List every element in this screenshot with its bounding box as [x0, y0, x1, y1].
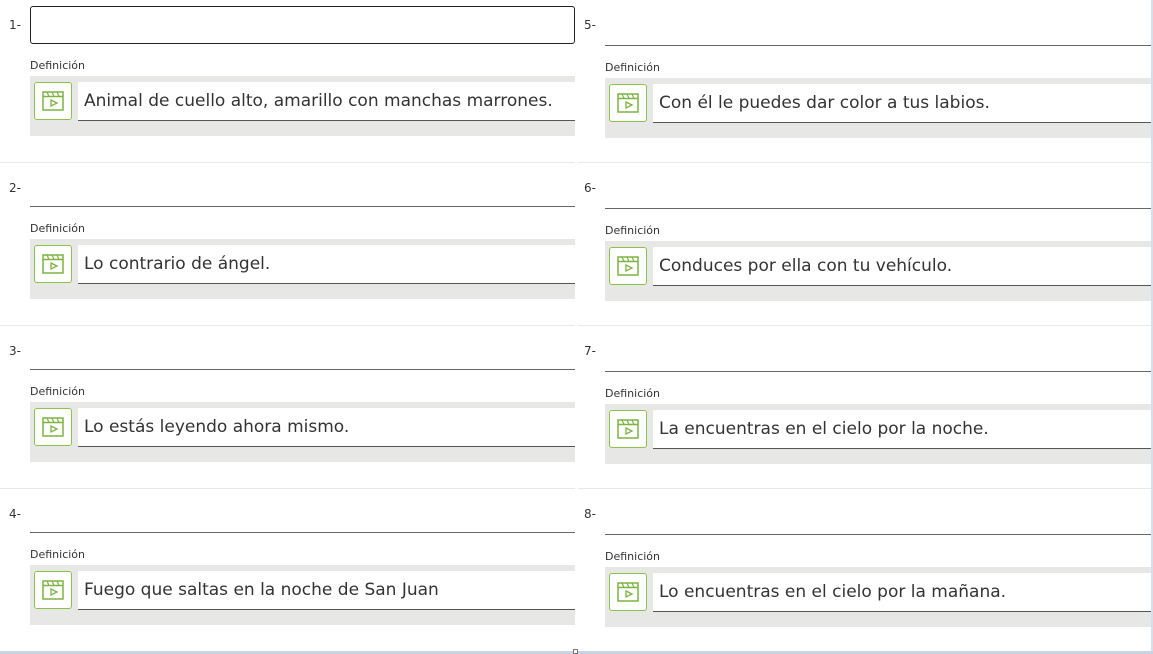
item-number: 5- — [584, 18, 596, 32]
right-column: 5- Definición Con él le puedes dar color… — [578, 0, 1153, 652]
answer-input-7[interactable] — [605, 334, 1153, 372]
definition-box: Lo contrario de ángel. — [30, 239, 575, 299]
definition-label: Definición — [605, 224, 660, 237]
definition-text: Fuego que saltas en la noche de San Juan — [78, 571, 575, 610]
definition-box: Con él le puedes dar color a tus labios. — [605, 78, 1153, 138]
answer-input-3[interactable] — [30, 332, 575, 370]
answer-input-1[interactable] — [30, 6, 575, 44]
answer-input-6[interactable] — [605, 171, 1153, 209]
definition-text: Con él le puedes dar color a tus labios. — [653, 84, 1153, 123]
item-number: 6- — [584, 181, 596, 195]
definition-label: Definición — [30, 59, 85, 72]
video-play-icon[interactable] — [34, 571, 72, 609]
item-number: 7- — [584, 344, 596, 358]
video-play-icon[interactable] — [34, 82, 72, 120]
word-item-1: 1- Definición Animal de cuello alto, ama… — [0, 0, 575, 163]
word-item-7: 7- Definición La encuentras en el cielo … — [578, 326, 1153, 489]
video-play-icon[interactable] — [609, 84, 647, 122]
definition-text: Lo contrario de ángel. — [78, 245, 575, 284]
item-number: 3- — [9, 344, 21, 358]
definition-text: Conduces por ella con tu vehículo. — [653, 247, 1153, 286]
item-number: 2- — [9, 181, 21, 195]
word-item-3: 3- Definición Lo estás leyendo ahora mis… — [0, 326, 575, 489]
video-play-icon[interactable] — [34, 245, 72, 283]
answer-input-4[interactable] — [30, 495, 575, 533]
item-number: 4- — [9, 507, 21, 521]
definition-text: Lo estás leyendo ahora mismo. — [78, 408, 575, 447]
video-play-icon[interactable] — [609, 573, 647, 611]
resize-handle[interactable] — [573, 649, 578, 654]
answer-input-2[interactable] — [30, 169, 575, 207]
answer-input-8[interactable] — [605, 497, 1153, 535]
video-play-icon[interactable] — [34, 408, 72, 446]
definition-box: Animal de cuello alto, amarillo con manc… — [30, 76, 575, 136]
definition-box: Lo estás leyendo ahora mismo. — [30, 402, 575, 462]
definition-box: Conduces por ella con tu vehículo. — [605, 241, 1153, 301]
definition-box: La encuentras en el cielo por la noche. — [605, 404, 1153, 464]
answer-input-5[interactable] — [605, 8, 1153, 46]
video-play-icon[interactable] — [609, 410, 647, 448]
word-item-8: 8- Definición Lo encuentras en el cielo … — [578, 489, 1153, 652]
word-item-6: 6- Definición Conduces por ella con tu v… — [578, 163, 1153, 326]
definition-label: Definición — [605, 550, 660, 563]
definition-box: Fuego que saltas en la noche de San Juan — [30, 565, 575, 625]
definition-label: Definición — [605, 387, 660, 400]
definition-label: Definición — [30, 222, 85, 235]
word-item-2: 2- Definición Lo contrario de ángel. — [0, 163, 575, 326]
definition-text: Lo encuentras en el cielo por la mañana. — [653, 573, 1153, 612]
item-number: 8- — [584, 507, 596, 521]
word-item-5: 5- Definición Con él le puedes dar color… — [578, 0, 1153, 163]
left-column: 1- Definición Animal de cuello alto, ama… — [0, 0, 575, 652]
definition-label: Definición — [30, 385, 85, 398]
definition-text: La encuentras en el cielo por la noche. — [653, 410, 1153, 449]
video-play-icon[interactable] — [609, 247, 647, 285]
word-item-4: 4- Definición Fuego que saltas en la noc… — [0, 489, 575, 652]
definition-text: Animal de cuello alto, amarillo con manc… — [78, 82, 575, 121]
definition-box: Lo encuentras en el cielo por la mañana. — [605, 567, 1153, 627]
definition-label: Definición — [605, 61, 660, 74]
item-number: 1- — [9, 18, 21, 32]
definition-label: Definición — [30, 548, 85, 561]
